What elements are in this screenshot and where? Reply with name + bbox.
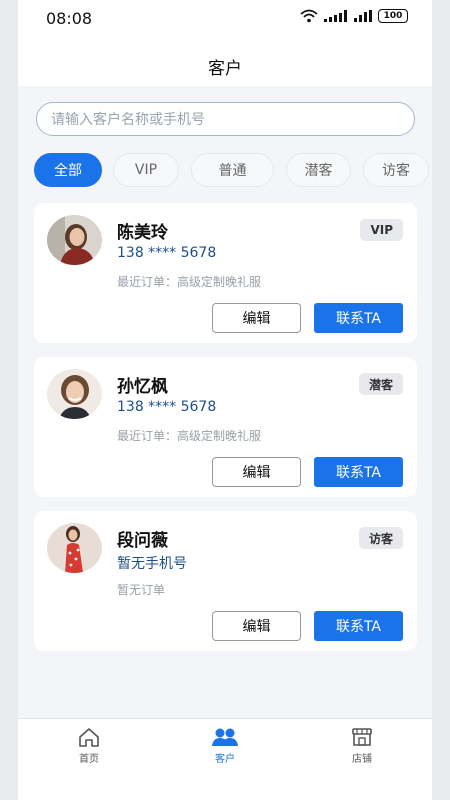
last-order: 最近订单：高级定制晚礼服 — [117, 429, 262, 443]
contact-button[interactable]: 联系TA — [314, 303, 403, 333]
bottom-tab-bar: 首页 客户 店铺 — [18, 718, 432, 800]
avatar — [47, 523, 102, 573]
battery-icon: 100 — [378, 9, 408, 23]
last-order: 最近订单：高级定制晚礼服 — [117, 275, 262, 289]
tab-home[interactable]: 首页 — [49, 727, 129, 765]
edit-button[interactable]: 编辑 — [212, 611, 301, 641]
customer-phone: 138 **** 5678 — [117, 399, 217, 415]
filter-chip-all[interactable]: 全部 — [34, 153, 102, 187]
contact-button[interactable]: 联系TA — [314, 457, 403, 487]
customer-phone: 138 **** 5678 — [117, 245, 217, 261]
tab-label: 店铺 — [352, 754, 372, 765]
top-bar: 08:08 100 客户 — [18, 0, 432, 86]
filter-chip-vip[interactable]: VIP — [113, 153, 179, 187]
customer-phone: 暂无手机号 — [117, 556, 187, 572]
filter-chip-visitor[interactable]: 访客 — [363, 153, 429, 187]
tab-store[interactable]: 店铺 — [322, 727, 402, 765]
wifi-icon — [300, 9, 318, 23]
customers-icon — [212, 728, 238, 746]
signal-icon-2 — [354, 10, 372, 22]
tab-label: 客户 — [215, 754, 235, 765]
page-title: 客户 — [208, 59, 242, 79]
status-icons: 100 — [300, 9, 408, 23]
search-placeholder: 请输入客户名称或手机号 — [51, 112, 205, 128]
signal-icon — [324, 10, 347, 22]
avatar — [47, 369, 102, 419]
customer-tag: 潜客 — [358, 373, 403, 395]
app-screen: 08:08 100 客户 请输入客户名称或手机号 全部 VIP 普通 潜客 访客… — [18, 0, 432, 800]
customer-name: 孙忆枫 — [117, 377, 168, 397]
avatar — [47, 215, 102, 265]
last-order: 暂无订单 — [117, 583, 166, 597]
filter-chip-prospect[interactable]: 潜客 — [286, 153, 351, 187]
store-icon — [352, 728, 372, 746]
edit-button[interactable]: 编辑 — [212, 303, 301, 333]
edit-button[interactable]: 编辑 — [212, 457, 301, 487]
status-time: 08:08 — [46, 9, 93, 28]
customer-card[interactable]: 孙忆枫 138 **** 5678 最近订单：高级定制晚礼服 潜客 编辑 联系T… — [34, 357, 417, 497]
home-icon — [79, 728, 99, 747]
filter-chip-regular[interactable]: 普通 — [191, 153, 274, 187]
search-input[interactable]: 请输入客户名称或手机号 — [36, 102, 415, 136]
customer-tag: VIP — [360, 219, 403, 241]
customer-name: 陈美玲 — [117, 223, 168, 243]
customer-card[interactable]: 段问薇 暂无手机号 暂无订单 访客 编辑 联系TA — [34, 511, 417, 651]
customer-card[interactable]: 陈美玲 138 **** 5678 最近订单：高级定制晚礼服 VIP 编辑 联系… — [34, 203, 417, 343]
contact-button[interactable]: 联系TA — [314, 611, 403, 641]
customer-name: 段问薇 — [117, 531, 168, 551]
customer-tag: 访客 — [358, 527, 403, 549]
tab-customers[interactable]: 客户 — [185, 727, 265, 765]
tab-label: 首页 — [79, 754, 99, 765]
